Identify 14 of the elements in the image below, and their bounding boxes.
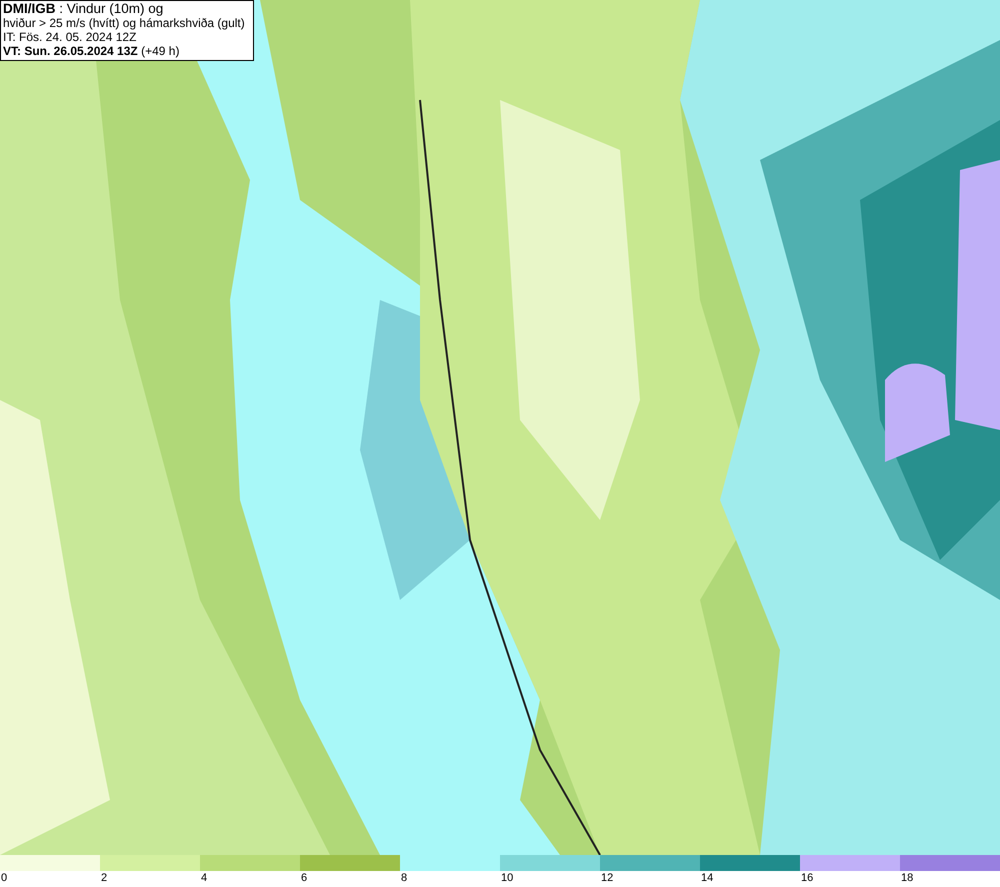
legend-label: 16: [800, 872, 814, 885]
legend-label: 14: [700, 872, 714, 885]
legend-label: 2: [100, 872, 108, 885]
info-text: hviður > 25 m/s (hvítt) og hámarkshviða (gult): [3, 16, 245, 30]
legend-label: 4: [200, 872, 208, 885]
legend-label: 12: [600, 872, 614, 885]
legend-label: 0: [0, 872, 8, 885]
legend-label: 8: [400, 872, 408, 885]
legend-label: 18: [900, 872, 914, 885]
info-text: IT: Fös. 24. 05. 2024 12Z: [3, 30, 138, 44]
legend-label: 10: [500, 872, 514, 885]
info-text: VT: Sun. 26.05.2024 13Z (+49 h): [3, 44, 180, 58]
legend-label: 6: [300, 872, 308, 885]
info-text: DMI/IGB : Vindur (10m) og: [3, 2, 164, 16]
